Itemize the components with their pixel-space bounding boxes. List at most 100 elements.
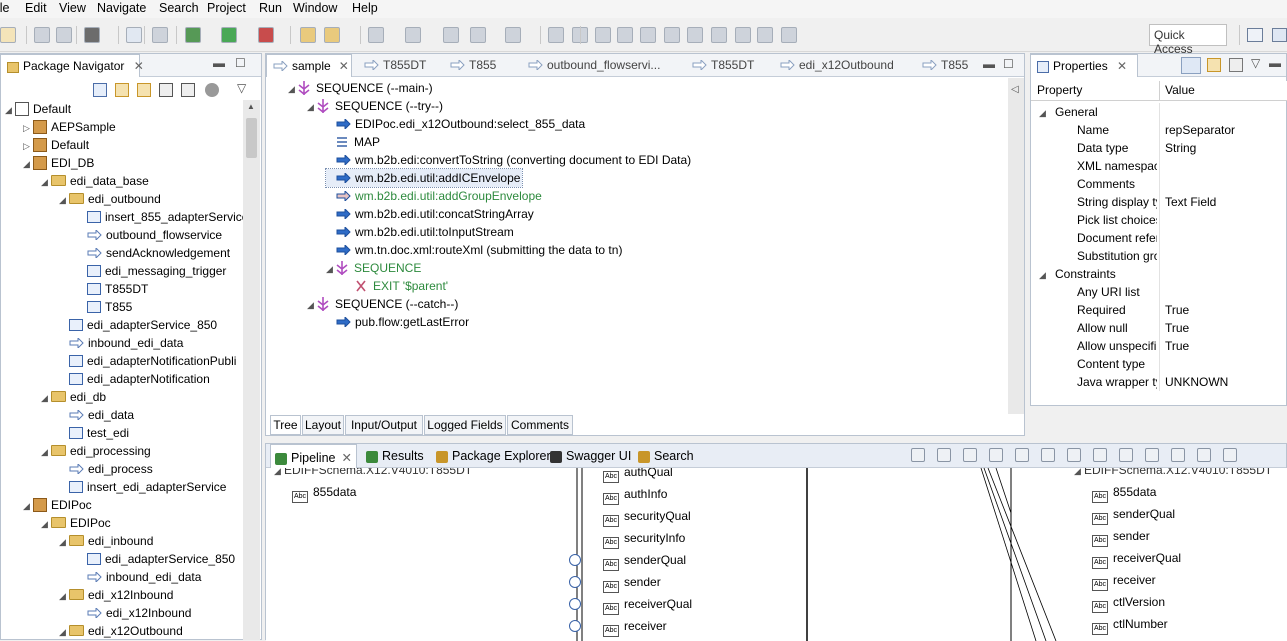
expanded-icon[interactable]: ◢	[41, 389, 51, 407]
expanded-icon[interactable]: ◢	[5, 101, 15, 119]
flow-step[interactable]: EXIT '$parent'	[345, 277, 450, 295]
expanded-icon[interactable]: ◢	[274, 468, 284, 480]
navigator-scrollbar[interactable]: ▲	[243, 100, 260, 640]
menu-navigate[interactable]: Navigate	[97, 1, 146, 15]
tree-item[interactable]: ◢ edi_outbound	[59, 190, 161, 208]
menu-view[interactable]: View	[59, 1, 86, 15]
editor-view-tab[interactable]: Logged Fields	[424, 415, 506, 435]
editor-tab[interactable]: edi_x12Outbound	[774, 54, 912, 77]
editor-tab[interactable]: T855DT	[686, 54, 770, 77]
pipeline-field[interactable]: Abc receiverQual	[603, 595, 692, 615]
flow-step[interactable]: MAP	[326, 133, 382, 151]
pipeline-field[interactable]: Abc securityInfo	[603, 529, 685, 549]
tree-item[interactable]: ◢ EDIPoc	[23, 496, 92, 514]
pipeline-field[interactable]: Abc 855data	[292, 483, 356, 503]
expanded-icon[interactable]: ◢	[307, 296, 317, 314]
view-menu-icon[interactable]: ▽	[237, 81, 246, 95]
pipeline-field[interactable]: Abc receiver	[1092, 571, 1156, 591]
restore-pipeline-icon[interactable]	[1145, 448, 1159, 462]
delete-link-icon[interactable]	[1015, 448, 1029, 462]
close-icon[interactable]: ✕	[341, 451, 351, 465]
bottom-tab-pipeline[interactable]: Pipeline ✕	[270, 444, 357, 468]
build-icon[interactable]	[324, 27, 340, 43]
maximize-icon[interactable]: ☐	[1003, 57, 1014, 71]
pipeline-document[interactable]: ◢ EDIFFSchema.X12.V4010:T855DT	[1074, 468, 1272, 479]
tree-item[interactable]: ◢ edi_inbound	[59, 532, 153, 550]
tree-item[interactable]: ▷ AEPSample	[23, 118, 116, 136]
transformer-icon[interactable]	[1093, 448, 1107, 462]
editor-tab[interactable]: outbound_flowservi...	[522, 54, 680, 77]
expanded-icon[interactable]: ◢	[41, 515, 51, 533]
editor-view-tab[interactable]: Tree	[270, 415, 301, 435]
property-value[interactable]: True	[1165, 301, 1285, 319]
pipeline-field[interactable]: Abc sender	[603, 573, 661, 593]
collapsed-icon[interactable]: ▷	[23, 137, 33, 155]
copy-icon[interactable]	[617, 27, 633, 43]
flow-step[interactable]: wm.b2b.edi.util:concatStringArray	[326, 205, 536, 223]
tree-item[interactable]: ◢ edi_data_base	[41, 172, 149, 190]
property-name[interactable]: Allow null	[1077, 319, 1157, 337]
column-value[interactable]: Value	[1165, 83, 1195, 97]
pipeline-field[interactable]: Abc ctlNumber	[1092, 615, 1168, 635]
flow-step[interactable]: ◢ SEQUENCE (--catch--)	[307, 295, 460, 313]
open-perspective-icon[interactable]	[1247, 28, 1263, 42]
editor-tab[interactable]: T855	[916, 54, 986, 77]
property-name[interactable]: Required	[1077, 301, 1157, 319]
property-value[interactable]: repSeparator	[1165, 121, 1285, 139]
view-menu-icon[interactable]: ▽	[1251, 56, 1260, 70]
bottom-tab-search[interactable]: Search	[634, 444, 698, 468]
map-multi-icon[interactable]	[937, 448, 951, 462]
menu-window[interactable]: Window	[293, 1, 337, 15]
expanded-icon[interactable]: ◢	[1039, 104, 1049, 121]
expanded-icon[interactable]: ◢	[23, 497, 33, 515]
flow-step[interactable]: EDIPoc.edi_x12Outbound:select_855_data	[326, 115, 587, 133]
property-value[interactable]: UNKNOWN	[1165, 373, 1285, 391]
pipeline-field[interactable]: Abc authInfo	[603, 485, 667, 505]
quick-access-input[interactable]: Quick Access	[1149, 24, 1227, 56]
property-name[interactable]: Comments	[1077, 175, 1157, 193]
tree-item[interactable]: edi_process	[59, 460, 153, 478]
menu-run[interactable]: Run	[259, 1, 282, 15]
clear-icon[interactable]	[1171, 448, 1185, 462]
tree-item[interactable]: edi_messaging_trigger	[77, 262, 226, 280]
debug-icon[interactable]	[185, 27, 201, 43]
property-name[interactable]: Allow unspecifi	[1077, 337, 1157, 355]
prev-icon[interactable]	[470, 27, 486, 43]
minimize-icon[interactable]: ▬	[983, 57, 995, 71]
scroll-up-icon[interactable]: ▲	[247, 102, 255, 111]
save-icon[interactable]	[34, 27, 50, 43]
new-icon[interactable]	[0, 27, 16, 43]
flow-step[interactable]: wm.tn.doc.xml:routeXml (submitting the d…	[326, 241, 624, 259]
tree-item[interactable]: insert_edi_adapterService	[59, 478, 226, 496]
property-value[interactable]: True	[1165, 337, 1285, 355]
property-value[interactable]: True	[1165, 319, 1285, 337]
pipeline-field[interactable]: Abc ctlVersion	[1092, 593, 1165, 613]
tree-item[interactable]: ◢ edi_db	[41, 388, 106, 406]
flow-step[interactable]: ◢ SEQUENCE (--try--)	[307, 97, 445, 115]
property-value[interactable]	[1165, 175, 1285, 193]
pipeline-field[interactable]: Abc receiverQual	[1092, 549, 1181, 569]
tree-item[interactable]: inbound_edi_data	[59, 334, 183, 352]
menu-search[interactable]: Search	[159, 1, 199, 15]
tree-item[interactable]: ▷ Default	[23, 136, 89, 154]
set-value-icon[interactable]	[989, 448, 1003, 462]
flow-step[interactable]: wm.b2b.edi.util:toInputStream	[326, 223, 516, 241]
property-name[interactable]: Name	[1077, 121, 1157, 139]
paste-icon[interactable]	[640, 27, 656, 43]
property-value[interactable]: Text Field	[1165, 193, 1285, 211]
tree-item[interactable]: sendAcknowledgement	[77, 244, 230, 262]
bottom-tab-package-explorer[interactable]: Package Explorer	[432, 444, 555, 468]
filter-icon[interactable]	[159, 83, 173, 97]
undo-icon[interactable]	[548, 27, 564, 43]
tree-item[interactable]: ◢ edi_processing	[41, 442, 151, 460]
property-group[interactable]: ◢ Constraints	[1039, 265, 1157, 283]
collapsed-icon[interactable]: ▷	[23, 119, 33, 137]
forward-icon[interactable]	[781, 27, 797, 43]
property-name[interactable]: Document refer	[1077, 229, 1157, 247]
expanded-icon[interactable]: ◢	[307, 98, 317, 116]
tree-item[interactable]: ◢ edi_x12Inbound	[59, 586, 173, 604]
pipeline-field[interactable]: Abc 855data	[1092, 483, 1156, 503]
property-value[interactable]	[1165, 211, 1285, 229]
filter-advanced-icon[interactable]	[1207, 58, 1221, 72]
scrollbar-thumb[interactable]	[246, 118, 257, 158]
